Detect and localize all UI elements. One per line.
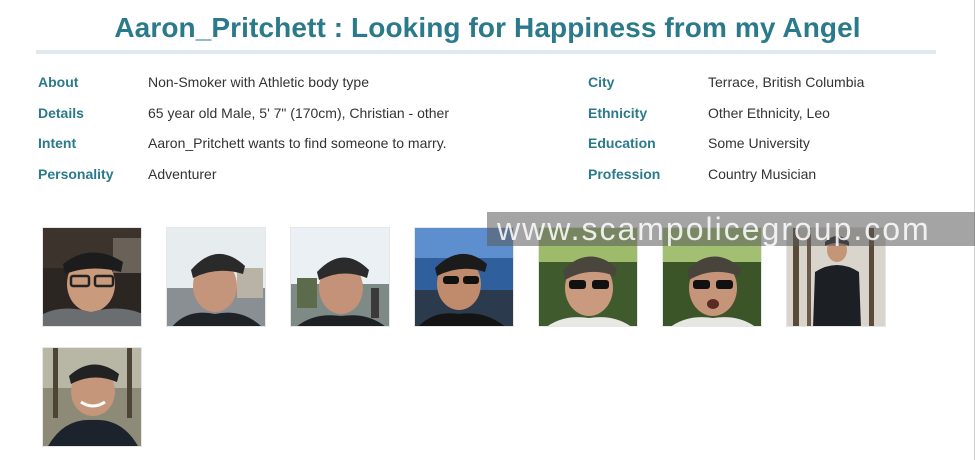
education-value: Some University xyxy=(708,135,810,151)
page-title: Aaron_Pritchett : Looking for Happiness … xyxy=(114,12,861,43)
details-value: 65 year old Male, 5' 7" (170cm), Christi… xyxy=(148,105,449,121)
about-value: Non-Smoker with Athletic body type xyxy=(148,74,369,90)
intent-value: Aaron_Pritchett wants to find someone to… xyxy=(148,135,447,151)
photo-thumbnail-3[interactable] xyxy=(290,227,390,327)
profession-value: Country Musician xyxy=(708,166,817,182)
photo-thumbnail-1[interactable] xyxy=(42,227,142,327)
man-cap-selfie-outdoor-icon xyxy=(167,228,265,326)
man-cap-selfie-street-icon xyxy=(291,228,389,326)
profession-label: Profession xyxy=(588,166,661,182)
photo-thumbnail-8[interactable] xyxy=(42,347,142,447)
watermark-banner: www.scampolicegroup.com xyxy=(487,212,975,246)
personality-label: Personality xyxy=(38,166,114,182)
personality-value: Adventurer xyxy=(148,166,217,182)
title-divider xyxy=(36,50,936,54)
education-label: Education xyxy=(588,135,656,151)
man-smiling-forest-icon xyxy=(43,348,141,446)
photo-thumbnail-2[interactable] xyxy=(166,227,266,327)
about-label: About xyxy=(38,74,79,90)
city-label: City xyxy=(588,74,615,90)
ethnicity-value: Other Ethnicity, Leo xyxy=(708,105,830,121)
city-value: Terrace, British Columbia xyxy=(708,74,865,90)
intent-label: Intent xyxy=(38,135,77,151)
man-in-car-selfie-icon xyxy=(43,228,141,326)
ethnicity-label: Ethnicity xyxy=(588,105,648,121)
details-label: Details xyxy=(38,105,84,121)
